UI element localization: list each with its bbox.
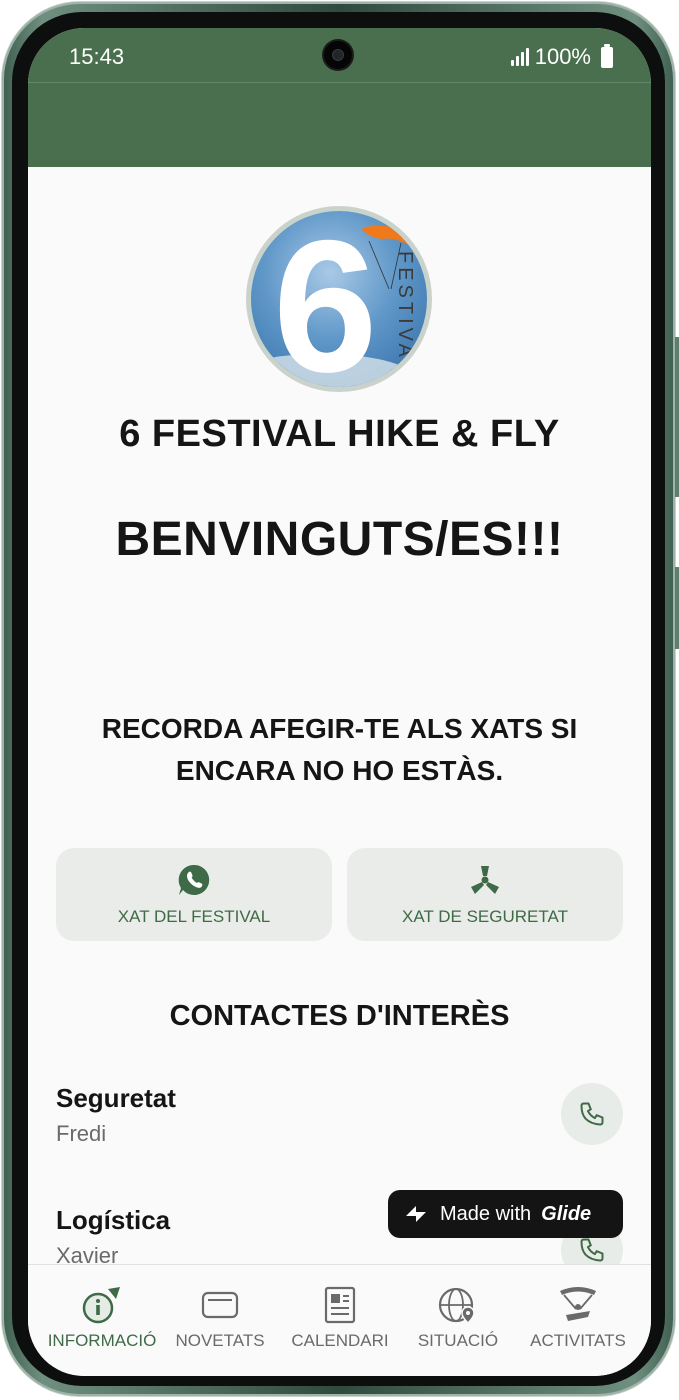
bottom-tab-bar: INFORMACIÓ NOVETATS CALENDARI SITUACIÓ A… bbox=[28, 1264, 651, 1376]
festival-logo: 6 FESTIVAL bbox=[246, 206, 432, 392]
status-time: 15:43 bbox=[69, 44, 125, 69]
chat-reminder: RECORDA AFEGIR-TE ALS XATS SI ENCARA NO … bbox=[101, 713, 578, 786]
contact-name: Seguretat bbox=[56, 1083, 176, 1113]
tab-label: INFORMACIÓ bbox=[47, 1331, 157, 1350]
festival-chat-button[interactable]: XAT DEL FESTIVAL bbox=[56, 848, 332, 941]
status-divider bbox=[28, 82, 651, 83]
status-icons: 100% bbox=[510, 43, 613, 70]
globe-pin-icon bbox=[438, 1287, 475, 1325]
front-camera bbox=[324, 41, 352, 69]
logo-word: FESTIVAL bbox=[394, 251, 416, 376]
welcome-heading: BENVINGUTS/ES!!! bbox=[115, 513, 564, 566]
app-header: 15:43 100% bbox=[28, 28, 651, 167]
info-icon bbox=[82, 1287, 120, 1324]
tab-label: ACTIVITATS bbox=[530, 1331, 626, 1350]
newspaper-icon bbox=[324, 1286, 356, 1324]
contact-item[interactable]: Seguretat Fredi bbox=[56, 1083, 623, 1163]
app-screen: 15:43 100% 6 FESTIVAL 6 FESTIVAL HIKE & … bbox=[28, 28, 651, 1376]
badge-prefix: Made with bbox=[440, 1202, 532, 1225]
badge-brand: Glide bbox=[541, 1202, 592, 1225]
radiation-icon bbox=[471, 865, 499, 894]
tab-label: NOVETATS bbox=[175, 1331, 265, 1350]
signal-icon bbox=[510, 48, 529, 66]
tab-label: CALENDARI bbox=[291, 1331, 389, 1350]
phone-icon bbox=[580, 1238, 604, 1262]
battery-icon bbox=[601, 43, 613, 68]
power-button bbox=[675, 567, 679, 649]
glide-logo-icon bbox=[406, 1206, 426, 1222]
contact-name: Logística bbox=[56, 1205, 171, 1235]
tab-label: SITUACIÓ bbox=[417, 1331, 499, 1350]
tab-situacio[interactable]: SITUACIÓ bbox=[396, 1285, 520, 1351]
logo-digit: 6 bbox=[273, 211, 378, 387]
safety-chat-label: XAT DE SEGURETAT bbox=[402, 906, 568, 926]
battery-percent: 100% bbox=[534, 44, 591, 69]
paraglider-icon bbox=[560, 1287, 596, 1321]
tab-novetats[interactable]: NOVETATS bbox=[158, 1285, 282, 1351]
card-icon bbox=[201, 1291, 239, 1319]
tab-calendari[interactable]: CALENDARI bbox=[278, 1285, 402, 1351]
volume-button bbox=[675, 337, 679, 497]
festival-chat-label: XAT DEL FESTIVAL bbox=[117, 906, 271, 926]
festival-logo-graphic: 6 FESTIVAL bbox=[251, 211, 416, 387]
made-with-glide-badge[interactable]: Made with Glide bbox=[388, 1190, 623, 1238]
contacts-heading: CONTACTES D'INTERÈS bbox=[169, 1000, 510, 1032]
safety-chat-button[interactable]: XAT DE SEGURETAT bbox=[347, 848, 623, 941]
phone-icon bbox=[580, 1102, 604, 1126]
festival-title: 6 FESTIVAL HIKE & FLY bbox=[119, 413, 560, 455]
contact-person: Fredi bbox=[56, 1121, 107, 1146]
tab-informacio[interactable]: INFORMACIÓ bbox=[40, 1285, 164, 1351]
whatsapp-icon bbox=[178, 864, 210, 895]
call-button[interactable] bbox=[561, 1083, 623, 1145]
tab-activitats[interactable]: ACTIVITATS bbox=[516, 1285, 640, 1351]
phone-frame: 15:43 100% 6 FESTIVAL 6 FESTIVAL HIKE & … bbox=[2, 2, 679, 1396]
